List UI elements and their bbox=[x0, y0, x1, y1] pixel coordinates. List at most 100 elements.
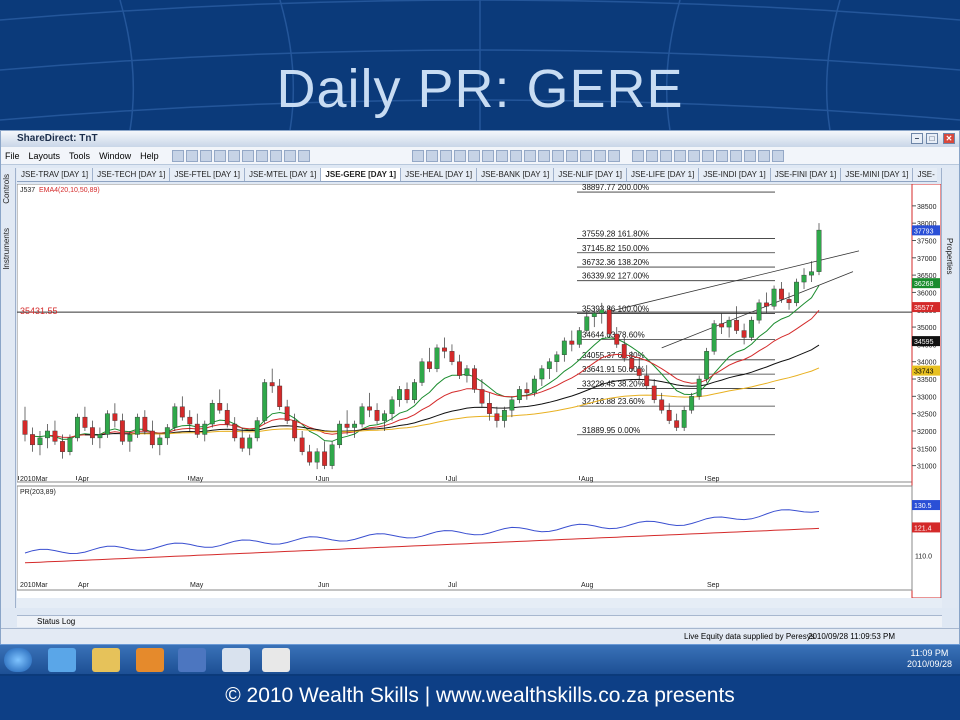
internet-explorer-icon[interactable] bbox=[48, 648, 76, 672]
candle bbox=[119, 420, 125, 442]
toolbar-button-icon[interactable] bbox=[411, 149, 424, 162]
document-icon[interactable] bbox=[222, 648, 250, 672]
candle bbox=[771, 288, 777, 307]
toolbar-button-icon[interactable] bbox=[631, 149, 644, 162]
x-axis-label-lower: Apr bbox=[78, 582, 90, 589]
tab-jse-life[interactable]: JSE-LIFE [DAY 1] bbox=[627, 168, 700, 181]
toolbar-button-icon[interactable] bbox=[481, 149, 494, 162]
tab-jse-bank[interactable]: JSE-BANK [DAY 1] bbox=[477, 168, 555, 181]
toolbar-button-icon[interactable] bbox=[537, 149, 550, 162]
tab-jse-tech[interactable]: JSE-TECH [DAY 1] bbox=[93, 168, 171, 181]
app-icon[interactable] bbox=[178, 648, 206, 672]
candle bbox=[561, 340, 567, 355]
toolbar-button-icon[interactable] bbox=[659, 149, 672, 162]
feed-status: Live Equity data supplied by Peresys bbox=[684, 632, 815, 641]
tnt-app-icon[interactable] bbox=[262, 648, 290, 672]
toolbar-button-icon[interactable] bbox=[551, 149, 564, 162]
minimize-icon[interactable]: – bbox=[911, 133, 923, 144]
toolbar-button-icon[interactable] bbox=[255, 149, 268, 162]
candle bbox=[52, 430, 58, 442]
menu-help[interactable]: Help bbox=[140, 151, 159, 161]
candle bbox=[292, 420, 298, 439]
candle bbox=[427, 361, 432, 369]
pr-badge-label: 121.4 bbox=[914, 525, 932, 532]
toolbar-button-icon[interactable] bbox=[495, 149, 508, 162]
menu-layouts[interactable]: Layouts bbox=[29, 151, 61, 161]
toolbar-button-icon[interactable] bbox=[729, 149, 742, 162]
status-bar: Live Equity data supplied by Peresys 201… bbox=[1, 628, 959, 644]
tab-jse-indi[interactable]: JSE-INDI [DAY 1] bbox=[699, 168, 771, 181]
candle bbox=[307, 451, 313, 463]
maximize-icon[interactable]: □ bbox=[926, 133, 938, 144]
toolbar-button-icon[interactable] bbox=[523, 149, 536, 162]
candle bbox=[75, 416, 80, 439]
menu-window[interactable]: Window bbox=[99, 151, 131, 161]
toolbar-button-icon[interactable] bbox=[297, 149, 310, 162]
start-button-icon[interactable] bbox=[4, 648, 32, 672]
toolbar-button-icon[interactable] bbox=[439, 149, 452, 162]
tab-jse-mtel[interactable]: JSE-MTEL [DAY 1] bbox=[245, 168, 322, 181]
toolbar-button-icon[interactable] bbox=[715, 149, 728, 162]
x-axis-label-lower: May bbox=[190, 582, 204, 589]
toolbar-button-icon[interactable] bbox=[171, 149, 184, 162]
toolbar-button-icon[interactable] bbox=[269, 149, 282, 162]
toolbar-button-icon[interactable] bbox=[701, 149, 714, 162]
tab-jse-heal[interactable]: JSE-HEAL [DAY 1] bbox=[401, 168, 478, 181]
price-badge-label: 35577 bbox=[914, 305, 934, 312]
chart-scroll-strip[interactable] bbox=[17, 598, 942, 608]
candle bbox=[389, 399, 395, 414]
tab-jse-more[interactable]: JSE- bbox=[913, 168, 937, 181]
tab-jse-trav[interactable]: JSE-TRAV [DAY 1] bbox=[17, 168, 94, 181]
slide-footer: © 2010 Wealth Skills | www.wealthskills.… bbox=[0, 676, 960, 720]
properties-panel-tab[interactable]: Properties bbox=[945, 238, 954, 274]
candle bbox=[442, 347, 447, 352]
candle bbox=[209, 403, 215, 425]
toolbar-button-icon[interactable] bbox=[607, 149, 620, 162]
instruments-panel-tab[interactable]: Instruments bbox=[2, 228, 11, 270]
toolbar-button-icon[interactable] bbox=[199, 149, 212, 162]
candle bbox=[479, 389, 485, 404]
candle bbox=[112, 413, 118, 421]
tab-jse-fini[interactable]: JSE-FINI [DAY 1] bbox=[771, 168, 842, 181]
tab-jse-nlif[interactable]: JSE-NLIF [DAY 1] bbox=[554, 168, 628, 181]
toolbar-button-icon[interactable] bbox=[425, 149, 438, 162]
menu-tools[interactable]: Tools bbox=[69, 151, 90, 161]
toolbar-button-icon[interactable] bbox=[687, 149, 700, 162]
tab-jse-gere[interactable]: JSE-GERE [DAY 1] bbox=[321, 168, 402, 181]
toolbar-button-icon[interactable] bbox=[743, 149, 756, 162]
toolbar-button-icon[interactable] bbox=[757, 149, 770, 162]
toolbar-button-icon[interactable] bbox=[453, 149, 466, 162]
toolbar-button-icon[interactable] bbox=[241, 149, 254, 162]
candle bbox=[749, 319, 755, 338]
tab-jse-ftel[interactable]: JSE-FTEL [DAY 1] bbox=[170, 168, 245, 181]
media-player-icon[interactable] bbox=[136, 648, 164, 672]
candle bbox=[584, 316, 590, 331]
toolbar-button-icon[interactable] bbox=[509, 149, 522, 162]
toolbar-button-icon[interactable] bbox=[565, 149, 578, 162]
candle bbox=[419, 361, 425, 383]
candle bbox=[719, 323, 725, 328]
toolbar-button-icon[interactable] bbox=[579, 149, 592, 162]
candle bbox=[516, 389, 522, 401]
folder-icon[interactable] bbox=[92, 648, 120, 672]
close-icon[interactable]: ✕ bbox=[943, 133, 955, 144]
candle bbox=[194, 423, 200, 435]
toolbar-button-icon[interactable] bbox=[227, 149, 240, 162]
toolbar-button-icon[interactable] bbox=[213, 149, 226, 162]
tab-jse-mini[interactable]: JSE-MINI [DAY 1] bbox=[841, 168, 914, 181]
toolbar-button-icon[interactable] bbox=[771, 149, 784, 162]
controls-panel-tab[interactable]: Controls bbox=[2, 174, 11, 204]
candle bbox=[412, 382, 417, 401]
system-tray-clock[interactable]: 11:09 PM 2010/09/28 bbox=[907, 648, 952, 670]
toolbar-button-icon[interactable] bbox=[673, 149, 686, 162]
candle bbox=[472, 368, 477, 390]
candle bbox=[464, 368, 470, 376]
toolbar-button-icon[interactable] bbox=[185, 149, 198, 162]
candle bbox=[187, 416, 193, 425]
toolbar-button-icon[interactable] bbox=[467, 149, 480, 162]
toolbar-button-icon[interactable] bbox=[593, 149, 606, 162]
menu-file[interactable]: File bbox=[5, 151, 20, 161]
toolbar-button-icon[interactable] bbox=[283, 149, 296, 162]
status-log-tab[interactable]: Status Log bbox=[17, 615, 942, 627]
toolbar-button-icon[interactable] bbox=[645, 149, 658, 162]
